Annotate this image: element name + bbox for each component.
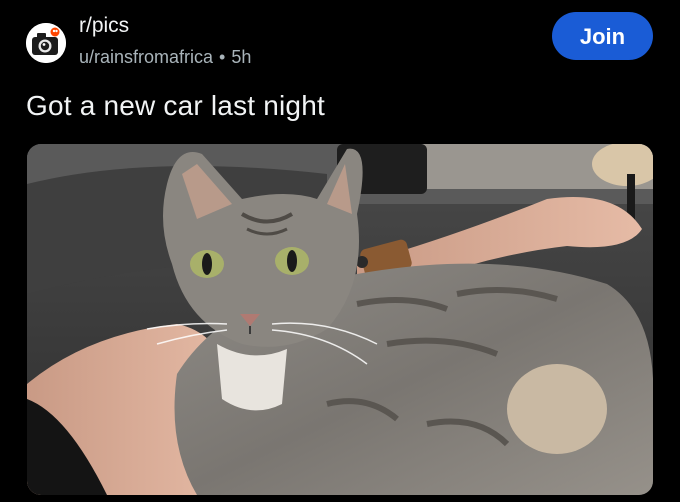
post-meta: u/rainsfromafrica • 5h xyxy=(79,47,251,68)
post-image[interactable] xyxy=(27,144,653,495)
post-age: 5h xyxy=(231,47,252,67)
join-button[interactable]: Join xyxy=(552,12,653,60)
author-link[interactable]: u/rainsfromafrica xyxy=(79,47,213,67)
meta-separator: • xyxy=(219,47,226,67)
post-header: r/pics u/rainsfromafrica • 5h Join xyxy=(0,0,680,80)
post-title[interactable]: Got a new car last night xyxy=(26,90,325,122)
cat-photo xyxy=(27,144,653,495)
subreddit-name[interactable]: r/pics xyxy=(79,14,129,38)
subreddit-avatar-icon[interactable] xyxy=(26,23,66,63)
